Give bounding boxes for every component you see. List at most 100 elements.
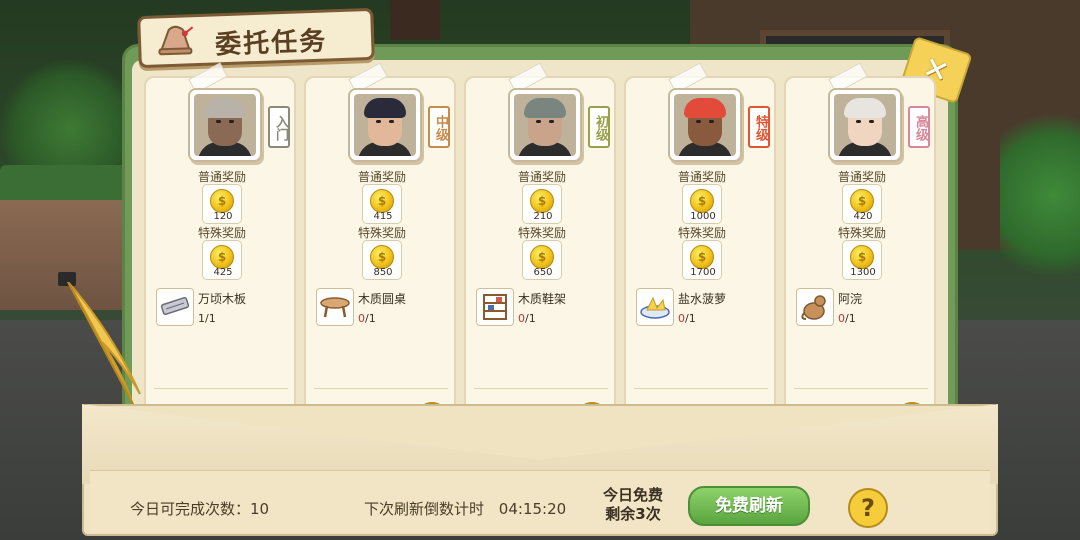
- avatar-eye: [376, 120, 381, 123]
- help-button[interactable]: ?: [848, 488, 888, 528]
- rank-badge: 高级: [908, 106, 930, 148]
- commission-card[interactable]: 中级 普通奖励 $ 415 特殊奖励 $ 850 木质圆桌 0/1: [304, 62, 456, 436]
- client-portrait: [348, 88, 422, 162]
- item-total-count: /1: [525, 312, 536, 325]
- page-title: 委托任务: [214, 26, 328, 61]
- special-reward-amount: 650: [533, 267, 553, 278]
- daily-count: 今日可完成次数：10: [130, 498, 269, 519]
- avatar-eye: [229, 120, 234, 123]
- coin-icon: $: [370, 189, 394, 213]
- pineapple-icon: [636, 288, 674, 326]
- avatar-eye: [389, 120, 394, 123]
- required-item-name: 盐水菠萝: [678, 292, 727, 306]
- background-trunk: [390, 0, 440, 40]
- special-reward-amount: 425: [213, 267, 233, 278]
- required-item-name: 木质鞋架: [518, 292, 567, 306]
- item-current-count: 0: [678, 312, 685, 325]
- item-current-count: 1: [198, 312, 205, 325]
- free-line-1: 今日免费: [602, 486, 663, 504]
- normal-reward-amount: 420: [853, 211, 873, 222]
- quill-icon: [67, 282, 141, 407]
- special-reward-amount: 1300: [850, 267, 876, 278]
- item-total-count: /1: [845, 312, 856, 325]
- avatar-eye: [549, 120, 554, 123]
- required-item-name: 木质圆桌: [358, 292, 407, 306]
- normal-reward-label: 普通奖励: [677, 170, 726, 184]
- item-current-count: 0: [838, 312, 845, 325]
- card-divider: [794, 388, 928, 389]
- card-divider: [634, 388, 768, 389]
- normal-reward-amount: 1000: [690, 211, 716, 222]
- client-portrait: [668, 88, 742, 162]
- avatar-hair: [524, 98, 566, 118]
- normal-reward-box: $ 420: [842, 184, 882, 224]
- commission-card[interactable]: 特级 普通奖励 $ 1000 特殊奖励 $ 1700 盐水菠萝 0/1 接受委托: [624, 62, 776, 436]
- rank-badge: 中级: [428, 106, 450, 148]
- client-avatar: [834, 94, 896, 156]
- raccoon-icon: [796, 288, 834, 326]
- required-item-progress: 0/1: [678, 312, 696, 325]
- daily-count-label: 今日可完成次数：: [130, 500, 251, 518]
- commission-card[interactable]: 高级 普通奖励 $ 420 特殊奖励 $ 1300 阿浣 0/1: [784, 62, 936, 436]
- countdown-value: 04:15:20: [498, 500, 567, 518]
- required-item-progress: 0/1: [358, 312, 376, 325]
- refresh-countdown: 下次刷新倒数计时 04:15:20: [364, 498, 566, 519]
- coin-icon: $: [210, 189, 234, 213]
- coin-icon: $: [850, 245, 874, 269]
- avatar-eye: [536, 120, 541, 123]
- special-reward-label: 特殊奖励: [837, 226, 886, 240]
- title-banner: 委托任务: [137, 7, 375, 69]
- item-total-count: /1: [685, 312, 696, 325]
- special-reward-label: 特殊奖励: [677, 226, 726, 240]
- commission-card[interactable]: 入门 普通奖励 $ 120 特殊奖励 $ 425 万顷木板 1/1 接受委托: [144, 62, 296, 436]
- card-divider: [154, 388, 288, 389]
- special-reward-label: 特殊奖励: [517, 226, 566, 240]
- special-reward-amount: 850: [373, 267, 393, 278]
- free-line-2: 剩余3次: [605, 505, 661, 523]
- normal-reward-amount: 210: [533, 211, 553, 222]
- normal-reward-box: $ 1000: [682, 184, 722, 224]
- avatar-hair: [684, 98, 726, 118]
- avatar-hair: [204, 98, 246, 118]
- normal-reward-label: 普通奖励: [517, 170, 566, 184]
- avatar-eye: [856, 120, 861, 123]
- required-item-name: 阿浣: [838, 292, 863, 306]
- normal-reward-box: $ 415: [362, 184, 402, 224]
- item-current-count: 0: [358, 312, 365, 325]
- item-current-count: 0: [518, 312, 525, 325]
- rank-badge: 入门: [268, 106, 290, 148]
- client-avatar: [674, 94, 736, 156]
- special-reward-label: 特殊奖励: [357, 226, 406, 240]
- shoe-rack-icon: [476, 288, 514, 326]
- coin-icon: $: [690, 189, 714, 213]
- normal-reward-amount: 415: [373, 211, 393, 222]
- avatar-hair: [364, 98, 406, 118]
- client-portrait: [188, 88, 262, 162]
- background-hedge: [0, 165, 130, 205]
- special-reward-amount: 1700: [690, 267, 716, 278]
- commission-card[interactable]: 初级 普通奖励 $ 210 特殊奖励 $ 650 木质鞋架 0/1: [464, 62, 616, 436]
- client-portrait: [508, 88, 582, 162]
- required-item-name: 万顷木板: [198, 292, 247, 306]
- avatar-eye: [216, 120, 221, 123]
- coin-icon: $: [370, 245, 394, 269]
- coin-icon: $: [530, 189, 554, 213]
- special-reward-label: 特殊奖励: [197, 226, 246, 240]
- coin-icon: $: [690, 245, 714, 269]
- normal-reward-label: 普通奖励: [197, 170, 246, 184]
- rank-badge: 特级: [748, 106, 770, 148]
- daily-count-value: 10: [250, 500, 270, 518]
- coin-icon: $: [850, 189, 874, 213]
- avatar-hair: [844, 98, 886, 118]
- normal-reward-amount: 120: [213, 211, 233, 222]
- background-tree-right: [1000, 100, 1080, 290]
- normal-reward-label: 普通奖励: [357, 170, 406, 184]
- item-total-count: /1: [365, 312, 376, 325]
- avatar-eye: [696, 120, 701, 123]
- round-table-icon: [316, 288, 354, 326]
- free-refresh-button[interactable]: 免费刷新: [688, 486, 810, 526]
- card-divider: [474, 388, 608, 389]
- free-refresh-remaining: 今日免费 剩余3次: [590, 486, 676, 524]
- normal-reward-label: 普通奖励: [837, 170, 886, 184]
- bell-icon: [158, 25, 194, 56]
